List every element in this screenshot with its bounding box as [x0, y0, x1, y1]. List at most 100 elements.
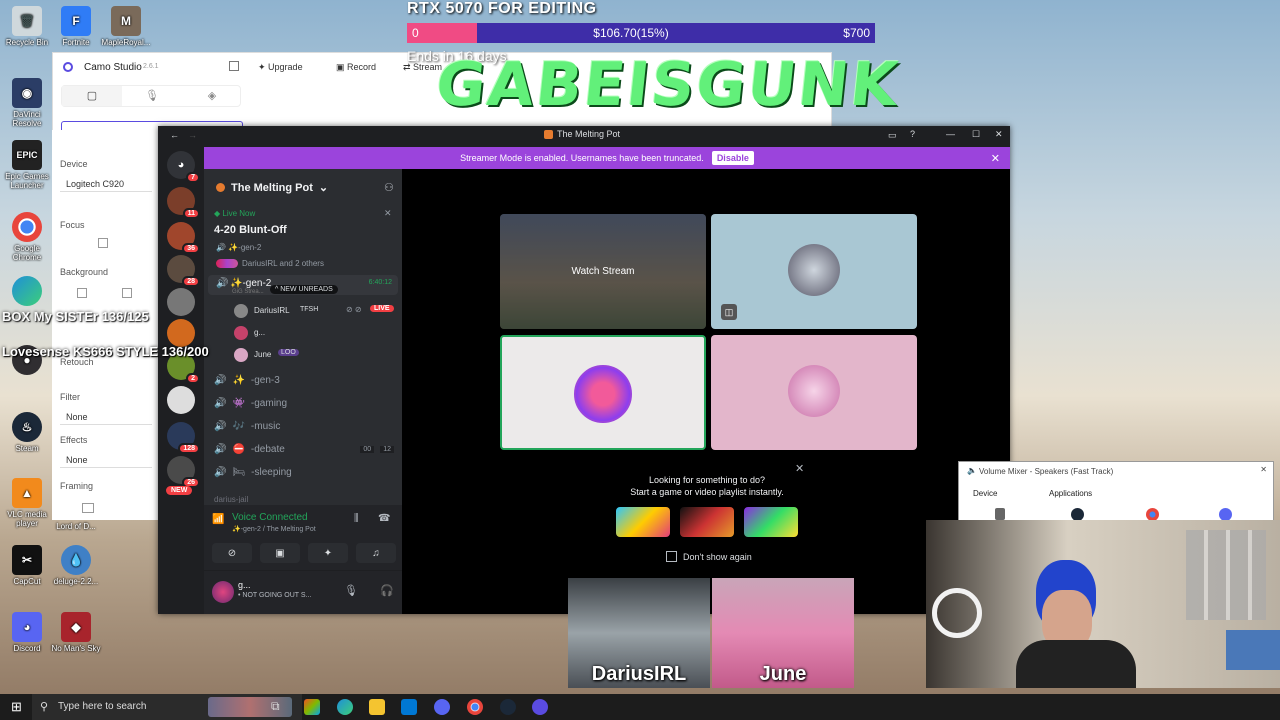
- desktop-icon-steam[interactable]: ♨ Steam: [0, 412, 54, 453]
- desktop-icon-discord[interactable]: ◕ Discord: [0, 612, 54, 653]
- taskbar: ⊞ ⚲ Type here to search ⧉: [0, 694, 1280, 720]
- activity-card-3[interactable]: [744, 507, 798, 537]
- inbox-icon[interactable]: ▭: [888, 130, 897, 141]
- effects-select[interactable]: None: [60, 452, 152, 468]
- desktop-icon-vlc[interactable]: ▲ VLC media player: [0, 478, 54, 528]
- server-avatar-9[interactable]: 26: [167, 456, 200, 488]
- desktop-icon-mapleroyals[interactable]: M MapleRoyal...: [99, 6, 153, 47]
- desktop-icon-capcut[interactable]: ✂ CapCut: [0, 545, 54, 586]
- forward-arrow-icon[interactable]: →: [188, 130, 197, 140]
- banner-close-icon[interactable]: ✕: [991, 152, 1000, 165]
- desktop-icon-chrome[interactable]: Google Chrome: [0, 212, 54, 262]
- voice-status[interactable]: Voice Connected: [232, 512, 308, 523]
- server-avatar-7[interactable]: [167, 386, 195, 414]
- voice-member-g[interactable]: g...: [234, 324, 399, 342]
- focus-icon[interactable]: [98, 238, 108, 248]
- streamer-mode-banner: Streamer Mode is enabled. Usernames have…: [204, 147, 1010, 169]
- background-none-icon[interactable]: [77, 288, 87, 298]
- dont-show-again-checkbox[interactable]: Don't show again: [666, 551, 752, 562]
- noise-suppression-icon[interactable]: ⫼: [354, 513, 359, 524]
- stream-tile-darius[interactable]: Watch Stream: [500, 214, 706, 329]
- soundboard-icon: ♫: [372, 547, 380, 559]
- back-arrow-icon[interactable]: ←: [170, 130, 179, 140]
- event-title[interactable]: 4-20 Blunt-Off: [214, 224, 287, 236]
- voice-member-darius[interactable]: DariusIRL TFSH ⊘ ⊘ LIVE: [234, 302, 399, 320]
- desktop-icon-nms[interactable]: ◆ No Man's Sky: [49, 612, 103, 653]
- add-member-icon[interactable]: ⚇: [384, 181, 394, 194]
- sidebar-toggle-icon[interactable]: [229, 61, 239, 71]
- suggestion-subtitle: Start a game or video playlist instantly…: [630, 487, 784, 497]
- server-avatar-8[interactable]: 128: [167, 422, 200, 454]
- activity-card-2[interactable]: [680, 507, 734, 537]
- activities-button[interactable]: ✦: [308, 543, 348, 563]
- file-explorer-taskbar-icon[interactable]: [369, 699, 385, 715]
- mic-tab-icon[interactable]: 🎙: [122, 86, 182, 106]
- screen-share-button[interactable]: ▣: [260, 543, 300, 563]
- taskbar-search[interactable]: ⚲ Type here to search: [32, 694, 302, 720]
- vlc-icon: ▲: [12, 478, 42, 508]
- desktop-icon-davinci[interactable]: ◉ DaVinci Resolve: [0, 78, 54, 128]
- background-blur-icon[interactable]: [122, 288, 132, 298]
- server-header[interactable]: The Melting Pot ⌄: [216, 181, 328, 194]
- steam-taskbar-icon[interactable]: [500, 699, 516, 715]
- desktop-icon-edge[interactable]: [0, 276, 54, 308]
- device-select[interactable]: Logitech C920: [60, 176, 152, 192]
- channel-gen-3[interactable]: 🔊 ✨ -gen-3: [214, 375, 280, 386]
- watch-stream-button[interactable]: Watch Stream: [500, 214, 706, 329]
- home-discord-icon[interactable]: ◕ 7: [167, 151, 200, 183]
- channel-debate[interactable]: 🔊 ⛔ -debate 00 12: [214, 444, 394, 455]
- desktop-icon-fortnite[interactable]: F Fortnite: [49, 6, 103, 47]
- new-unreads-pill[interactable]: ^ NEW UNREADS: [270, 285, 338, 294]
- chrome-taskbar-icon[interactable]: [467, 699, 483, 715]
- channel-music[interactable]: 🔊 🎶 -music: [214, 421, 280, 432]
- mic-icon[interactable]: 🎙: [344, 584, 358, 597]
- camo-taskbar-icon[interactable]: [532, 699, 548, 715]
- channel-sleeping[interactable]: 🔊 🛏 -sleeping: [214, 467, 292, 478]
- server-avatar-3[interactable]: 28: [167, 255, 200, 287]
- filter-select[interactable]: None: [60, 409, 152, 425]
- camo-record-button[interactable]: ▣ Record: [336, 62, 376, 73]
- ring-light: [932, 588, 982, 638]
- server-avatar-4[interactable]: [167, 288, 195, 316]
- voice-member-june[interactable]: June LOO: [234, 346, 399, 364]
- new-servers-badge[interactable]: NEW: [166, 486, 193, 495]
- edge-taskbar-icon[interactable]: [337, 699, 353, 715]
- minimize-icon[interactable]: —: [946, 129, 955, 139]
- close-window-icon[interactable]: ✕: [995, 129, 1003, 140]
- focus-label: Focus: [60, 220, 85, 230]
- maximize-icon[interactable]: ☐: [972, 129, 980, 140]
- server-avatar-2[interactable]: 36: [167, 222, 200, 254]
- avatar: [788, 365, 840, 417]
- channel-gaming[interactable]: 🔊 👾 -gaming: [214, 398, 287, 409]
- event-members: DariusIRL and 2 others: [216, 259, 324, 268]
- headphones-icon[interactable]: 🎧: [380, 584, 394, 597]
- event-close-icon[interactable]: ✕: [384, 208, 392, 219]
- desktop-icon-recycle-bin[interactable]: 🗑 Recycle Bin: [0, 6, 54, 47]
- channel-darius-jail[interactable]: darius-jail: [214, 495, 248, 503]
- activity-card-1[interactable]: [616, 507, 670, 537]
- video-tile-june[interactable]: [711, 335, 917, 450]
- video-tile-user-3[interactable]: [500, 335, 706, 450]
- suggestion-close-icon[interactable]: ✕: [795, 462, 804, 475]
- disable-streamer-mode-button[interactable]: Disable: [711, 151, 754, 165]
- discord-taskbar-icon[interactable]: [434, 699, 450, 715]
- task-view-icon[interactable]: ⧉: [271, 699, 280, 714]
- video-tile-user-2[interactable]: ◫: [711, 214, 917, 329]
- desktop-icon-deluge[interactable]: 💧 deluge-2.2...: [49, 545, 103, 586]
- disconnect-icon[interactable]: ☎: [378, 513, 390, 524]
- desktop-icon-epic[interactable]: EPIC Epic Games Launcher: [0, 140, 54, 190]
- store-taskbar-icon[interactable]: [401, 699, 417, 715]
- camera-off-button[interactable]: ⊘: [212, 543, 252, 563]
- copilot-taskbar-icon[interactable]: [304, 699, 320, 715]
- windows-start-icon[interactable]: ⊞: [11, 699, 22, 715]
- mixer-close-icon[interactable]: ✕: [1260, 465, 1267, 474]
- server-avatar-1[interactable]: 11: [167, 187, 200, 219]
- server-avatar-5[interactable]: [167, 319, 195, 347]
- framing-icon[interactable]: [82, 503, 94, 513]
- soundboard-button[interactable]: ♫: [356, 543, 396, 563]
- layers-tab-icon[interactable]: ◈: [182, 86, 242, 106]
- camo-upgrade-button[interactable]: ✦ Upgrade: [258, 62, 303, 73]
- camera-tab-icon[interactable]: ▢: [62, 86, 122, 106]
- help-icon[interactable]: ?: [910, 129, 915, 139]
- avatar[interactable]: [212, 581, 234, 603]
